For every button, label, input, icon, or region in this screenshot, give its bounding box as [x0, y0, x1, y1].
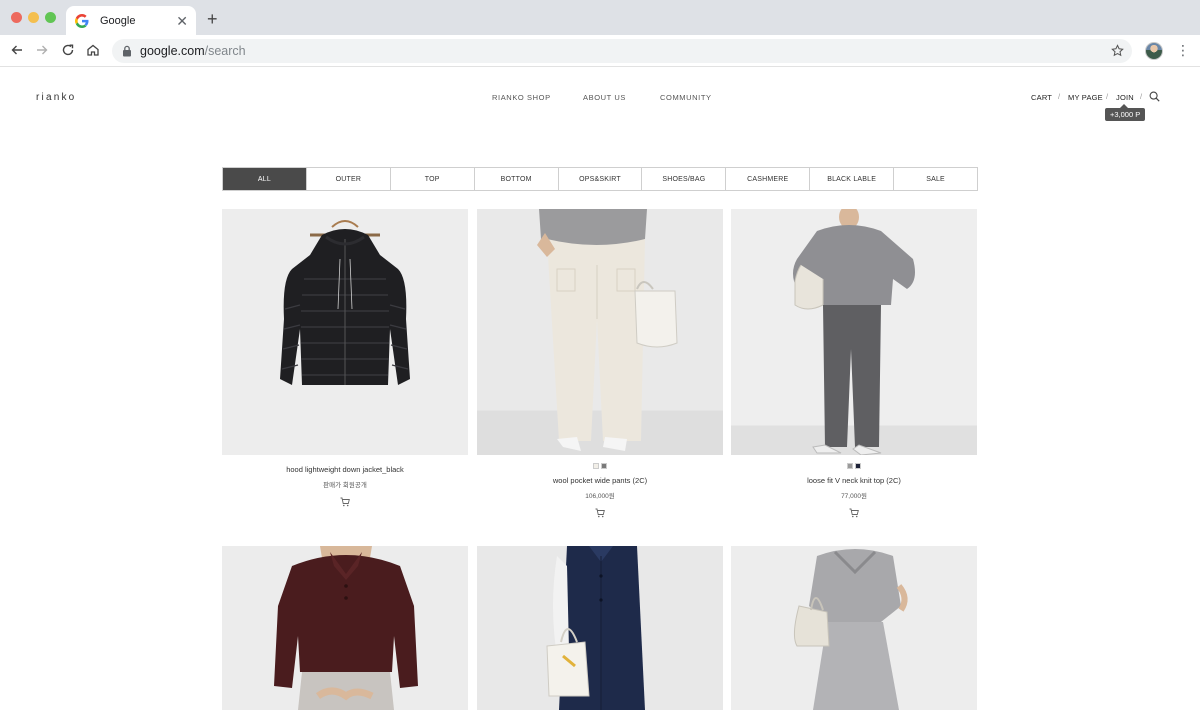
product-card[interactable]: hood lightweight down jacket_black 판매가 회… [222, 209, 468, 507]
nav-about-us[interactable]: ABOUT US [583, 93, 626, 102]
color-swatch[interactable] [847, 463, 853, 469]
site-logo[interactable]: rianko [36, 92, 76, 103]
product-image[interactable] [477, 209, 723, 455]
product-name[interactable]: wool pocket wide pants (2C) [477, 476, 723, 485]
product-image[interactable] [731, 209, 977, 455]
category-outer[interactable]: OUTER [307, 168, 391, 190]
color-swatch[interactable] [593, 463, 599, 469]
category-sale[interactable]: SALE [894, 168, 977, 190]
profile-avatar[interactable] [1145, 42, 1163, 60]
mypage-link[interactable]: MY PAGE [1068, 93, 1103, 102]
category-shoes-bag[interactable]: SHOES/BAG [642, 168, 727, 190]
category-cashmere[interactable]: CASHMERE [726, 168, 811, 190]
product-card[interactable] [731, 546, 977, 710]
color-swatch[interactable] [601, 463, 607, 469]
search-icon[interactable] [1149, 91, 1160, 102]
reload-icon[interactable] [61, 43, 75, 57]
product-price: 판매가 회원공개 [323, 482, 367, 489]
product-image[interactable] [222, 209, 468, 455]
arrow-right-icon[interactable] [35, 43, 49, 57]
nav-community[interactable]: COMMUNITY [660, 93, 712, 102]
product-card[interactable] [477, 546, 723, 710]
util-separator: / [1140, 92, 1143, 101]
kebab-icon[interactable]: ⋮ [1176, 43, 1190, 57]
product-price: 77,000원 [841, 493, 867, 500]
new-tab-icon[interactable]: + [207, 10, 218, 28]
tab-close-icon[interactable]: ✕ [176, 14, 188, 28]
product-image[interactable] [731, 546, 977, 710]
category-top[interactable]: TOP [391, 168, 475, 190]
category-bottom[interactable]: BOTTOM [475, 168, 559, 190]
tab-title: Google [100, 14, 136, 27]
close-window-button[interactable] [11, 12, 22, 23]
product-image[interactable] [222, 546, 468, 710]
product-name[interactable]: hood lightweight down jacket_black [222, 465, 468, 474]
product-card[interactable]: wool pocket wide pants (2C) 106,000원 [477, 209, 723, 518]
product-card[interactable]: loose fit V neck knit top (2C) 77,000원 [731, 209, 977, 518]
product-image[interactable] [477, 546, 723, 710]
category-black-lable[interactable]: BLACK LABLE [810, 168, 895, 190]
color-swatches [477, 463, 723, 469]
home-icon[interactable] [86, 43, 100, 57]
product-card[interactable] [222, 546, 468, 710]
cart-icon[interactable] [595, 508, 605, 518]
nav-rianko-shop[interactable]: RIANKO SHOP [492, 93, 551, 102]
lock-icon [123, 45, 131, 57]
maximize-window-button[interactable] [45, 12, 56, 23]
category-bar: ALL OUTER TOP BOTTOM OPS&SKIRT SHOES/BAG… [222, 167, 978, 191]
points-badge: +3,000 P [1105, 104, 1146, 121]
browser-titlebar: Google ✕ + [0, 0, 1200, 35]
url-host: google.com [140, 44, 205, 58]
browser-tab[interactable]: Google ✕ [66, 6, 196, 35]
arrow-left-icon[interactable] [10, 43, 24, 57]
color-swatches [731, 463, 977, 469]
product-price: 106,000원 [585, 493, 615, 500]
cart-icon[interactable] [340, 497, 350, 507]
cart-icon[interactable] [849, 508, 859, 518]
browser-toolbar: google.com/search ⋮ [0, 35, 1200, 67]
color-swatch[interactable] [855, 463, 861, 469]
util-separator: / [1106, 92, 1109, 101]
category-ops-skirt[interactable]: OPS&SKIRT [559, 168, 643, 190]
product-name[interactable]: loose fit V neck knit top (2C) [731, 476, 977, 485]
minimize-window-button[interactable] [28, 12, 39, 23]
join-link[interactable]: JOIN [1116, 93, 1134, 102]
address-bar[interactable]: google.com/search [112, 39, 1132, 63]
url-path: /search [204, 44, 246, 58]
util-separator: / [1058, 92, 1061, 101]
cart-link[interactable]: CART [1031, 93, 1052, 102]
category-all[interactable]: ALL [223, 168, 307, 190]
google-g-icon [75, 13, 89, 28]
star-icon[interactable] [1111, 44, 1124, 57]
